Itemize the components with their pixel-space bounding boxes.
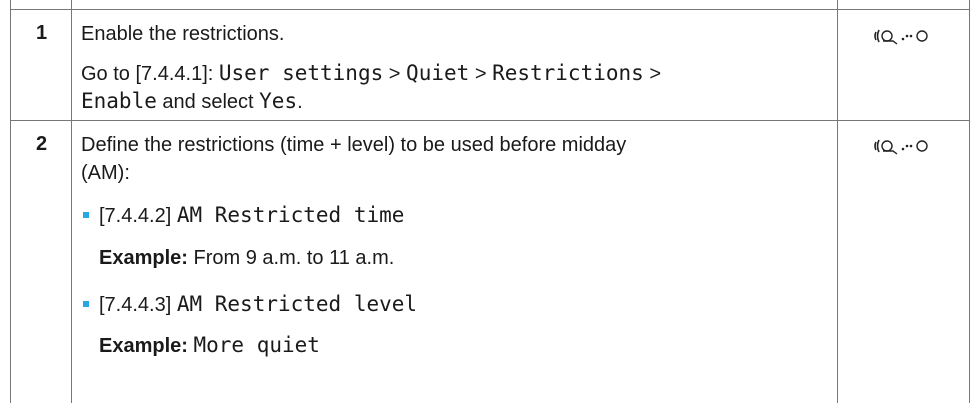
select-value: Yes: [259, 89, 298, 113]
menu-path-item: Enable: [81, 89, 157, 113]
row-divider: [11, 120, 969, 121]
setting-item: [7.4.4.2] AM Restricted time: [99, 201, 404, 230]
step-title-line1: Define the restrictions (time + level) t…: [81, 134, 627, 156]
example-line: Example: More quiet: [99, 331, 320, 360]
path-separator: >: [383, 63, 407, 85]
path-separator: >: [643, 63, 662, 85]
step-number: 2: [36, 133, 48, 155]
step-goto-line1: Go to [7.4.4.1]: User settings > Quiet >…: [81, 59, 661, 88]
example-line: Example: From 9 a.m. to 11 a.m.: [99, 244, 394, 272]
step-title-line2: (AM):: [81, 162, 130, 184]
setting-code: [7.4.4.2]: [99, 205, 177, 227]
menu-path-item: Restrictions: [492, 61, 644, 85]
setting-name: AM Restricted time: [176, 203, 405, 227]
goto-prefix: Go to [7.4.4.1]:: [81, 63, 219, 85]
menu-path-item: User settings: [218, 61, 384, 85]
step-number: 1: [36, 22, 48, 44]
bullet: [83, 212, 89, 218]
table-top-border: [11, 9, 969, 10]
example-label: Example:: [99, 247, 188, 269]
number-column-divider: [71, 0, 72, 403]
example-value: From 9 a.m. to 11 a.m.: [187, 247, 395, 269]
menu-path-item: Quiet: [406, 61, 470, 85]
bullet: [83, 301, 89, 307]
select-text: and select: [156, 91, 260, 113]
setting-code: [7.4.4.3]: [99, 294, 177, 316]
icon-column-divider: [837, 0, 838, 403]
user-interface-icon: [874, 29, 928, 45]
setting-item: [7.4.4.3] AM Restricted level: [99, 290, 417, 319]
example-value: More quiet: [193, 333, 320, 357]
setting-name: AM Restricted level: [176, 292, 418, 316]
steps-table: 1 Enable the restrictions. Go to [7.4.4.…: [10, 0, 970, 403]
step-goto-line2: Enable and select Yes.: [81, 87, 303, 116]
step-title: Enable the restrictions.: [81, 23, 285, 45]
period: .: [297, 91, 303, 113]
path-separator: >: [469, 63, 493, 85]
user-interface-icon: [874, 139, 928, 155]
example-label: Example:: [99, 335, 188, 357]
